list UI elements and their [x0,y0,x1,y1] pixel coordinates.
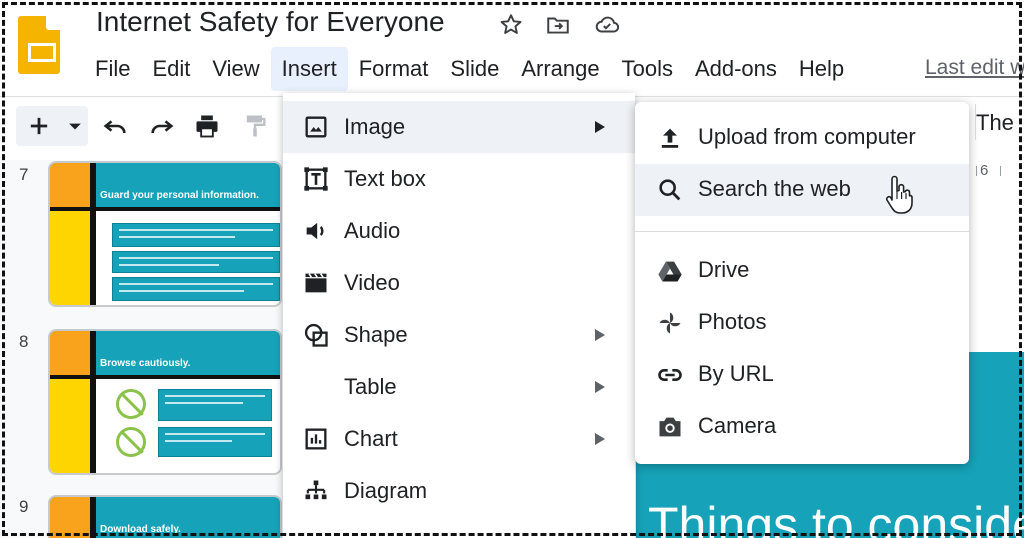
cloud-saved-icon[interactable] [592,10,622,40]
slide-thumbnail-title: Guard your personal information. [100,190,259,201]
no-sign-icon [116,389,146,419]
menu-insert[interactable]: Insert [270,47,348,91]
ruler-tick [976,166,977,176]
insert-menu-item-chart[interactable]: Chart [283,413,635,465]
submenu-item-upload-from-computer[interactable]: Upload from computer [635,112,969,164]
image-icon [301,112,331,142]
shape-icon [301,320,331,350]
submenu-arrow-icon [595,329,605,341]
paint-format-icon[interactable] [238,109,272,143]
ruler-number: 6 [980,162,989,179]
menu-item-label: Video [344,270,400,295]
menu-item-label: Photos [698,309,767,334]
menu-arrange[interactable]: Arrange [510,47,610,91]
slide-number: 7 [19,165,29,184]
submenu-item-search-the-web[interactable]: Search the web [635,164,969,216]
menu-item-label: Shape [344,322,408,347]
search-icon [655,175,685,205]
text-box-icon [301,164,331,194]
menu-view[interactable]: View [201,47,270,91]
slide-thumbnail-title: Download safely. [100,524,181,535]
submenu-item-camera[interactable]: Camera [635,401,969,453]
insert-menu-item-text-box[interactable]: Text box [283,153,635,205]
hand-pointer-cursor-icon [882,175,914,215]
ruler-tick [1000,166,1001,176]
menu-item-label: Camera [698,413,777,438]
last-edit-link[interactable]: Last edit w [925,56,1024,80]
menu-item-label: By URL [698,361,774,386]
submenu-arrow-icon [595,433,605,445]
menu-item-label: Drive [698,257,750,282]
menu-format[interactable]: Format [348,47,440,91]
submenu-item-drive[interactable]: Drive [635,245,969,297]
submenu-arrow-icon [595,381,605,393]
menu-item-label: Chart [344,426,398,451]
menu-add-ons[interactable]: Add-ons [684,47,788,91]
slide-thumbnail-9[interactable]: Download safely. [48,495,282,538]
print-icon[interactable] [190,109,224,143]
chart-icon [301,424,331,454]
menu-help[interactable]: Help [788,47,855,91]
insert-menu-item-shape[interactable]: Shape [283,309,635,361]
menu-tools[interactable]: Tools [611,47,684,91]
drive-icon [655,256,685,286]
menu-divider [635,231,969,232]
star-icon[interactable] [496,10,526,40]
audio-icon [301,216,331,246]
upload-icon [655,123,685,153]
move-to-folder-icon[interactable] [543,10,573,40]
menu-item-label: Audio [344,218,401,243]
video-icon [301,268,331,298]
camera-icon [655,412,685,442]
submenu-arrow-icon [595,121,605,133]
menu-item-label: Diagram [344,478,428,503]
slide-number: 8 [19,332,29,351]
submenu-item-by-url[interactable]: By URL [635,349,969,401]
link-icon [655,360,685,390]
no-sign-icon [116,427,146,457]
slide-thumbnail-7[interactable]: Guard your personal information. [48,161,282,307]
undo-icon[interactable] [98,109,132,143]
menu-item-label: Text box [344,166,426,191]
slide-thumbnail-8[interactable]: Browse cautiously. [48,329,282,475]
plus-icon[interactable] [22,109,56,143]
slide-number: 9 [19,497,29,516]
insert-menu-item-video[interactable]: Video [283,257,635,309]
slide-thumbnail-title: Browse cautiously. [100,358,191,369]
menu-file[interactable]: File [84,47,141,91]
document-title[interactable]: Internet Safety for Everyone [96,6,445,38]
insert-menu-item-table[interactable]: Table [283,361,635,413]
menu-item-label: Image [344,114,406,139]
slides-logo-icon[interactable] [18,16,60,74]
theme-button[interactable]: The [976,110,1014,136]
slide-heading[interactable]: Things to conside [648,496,1024,538]
submenu-item-photos[interactable]: Photos [635,297,969,349]
app-window: Internet Safety for Everyone File Edit V… [0,0,1024,538]
insert-menu-item-diagram[interactable]: Diagram [283,465,635,517]
diagram-icon [301,476,331,506]
redo-icon[interactable] [145,109,179,143]
menu-item-label: Table [344,374,397,399]
photos-icon [655,308,685,338]
menu-item-label: Search the web [698,176,851,201]
menu-bar: File Edit View Insert Format Slide Arran… [84,46,855,92]
menu-edit[interactable]: Edit [141,47,201,91]
insert-menu-item-audio[interactable]: Audio [283,205,635,257]
menu-slide[interactable]: Slide [439,47,510,91]
menu-item-label: Upload from computer [698,124,916,149]
image-submenu: Upload from computer Search the web Driv… [635,102,969,464]
insert-menu-dropdown: Image Text box Audio Video Shape Table C… [283,93,635,538]
insert-menu-item-image[interactable]: Image [283,101,635,153]
dropdown-arrow-icon[interactable] [60,109,90,143]
